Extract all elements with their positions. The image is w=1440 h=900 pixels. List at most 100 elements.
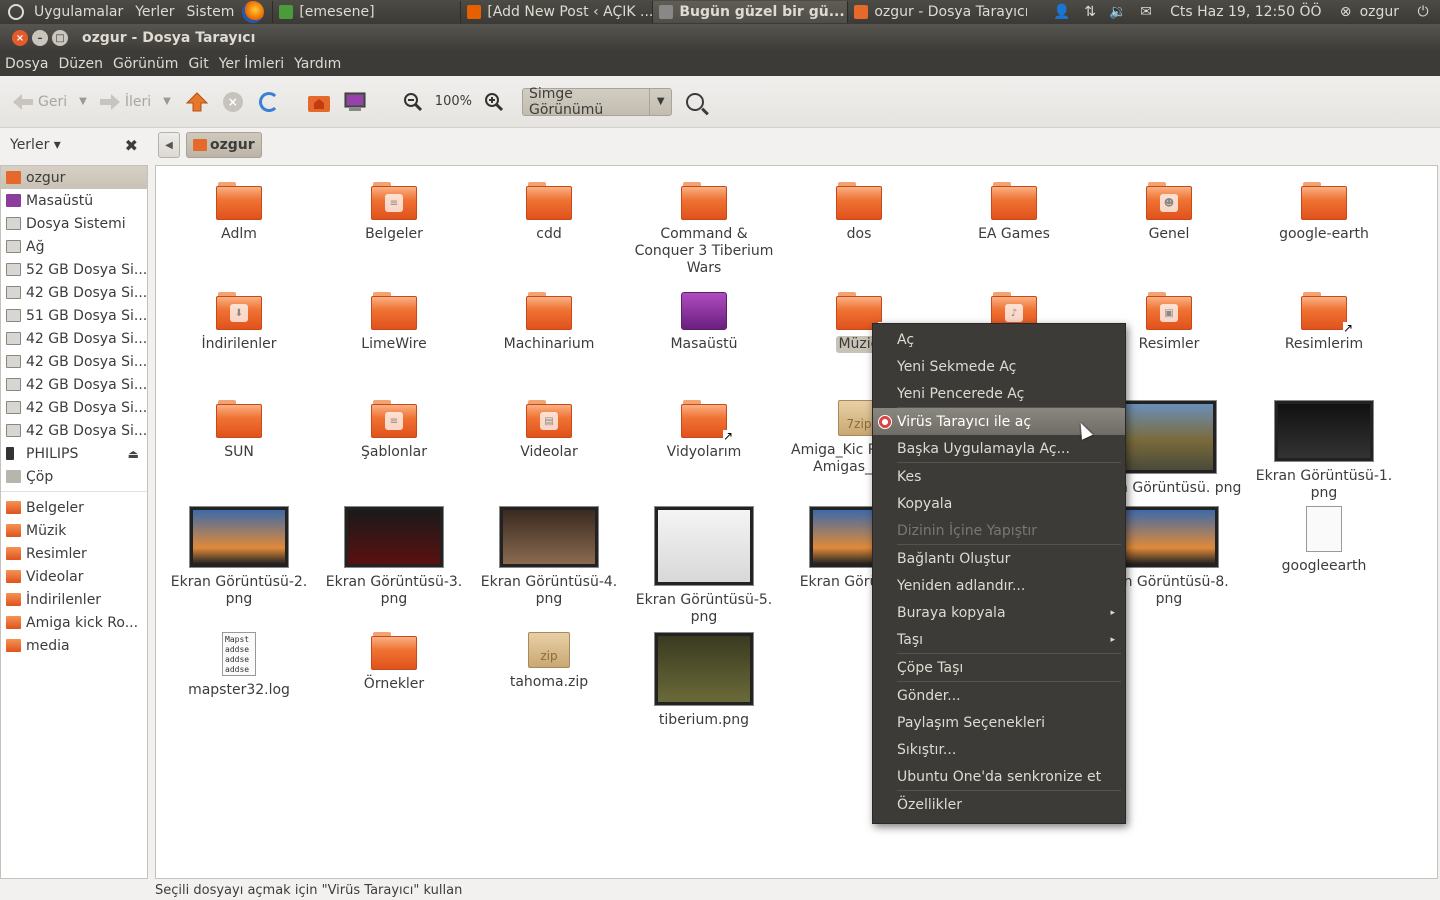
file-item[interactable]: Ekran Görüntüsü-4. png [474,506,624,608]
file-item[interactable]: tiberium.png [629,632,779,729]
menu-2[interactable]: Görünüm [108,56,183,72]
taskbar-item[interactable]: [emesene] [272,1,460,23]
forward-history-dropdown[interactable]: ▼ [155,96,179,107]
file-item[interactable]: Örnekler [319,632,469,693]
file-item[interactable]: Mapst addse addse addse mapster32.log [164,632,314,699]
context-menu-item[interactable]: Özellikler [873,791,1125,818]
mail-icon[interactable]: ✉ [1137,4,1155,20]
window-close-button[interactable]: × [12,30,28,46]
sidebar-item[interactable]: PHILIPS ⏏ [1,442,147,465]
context-menu-item[interactable]: Yeni Pencerede Aç [873,380,1125,407]
session-user-name[interactable]: ozgur [1360,4,1399,20]
file-item[interactable]: ⬇ İndirilenler [164,292,314,353]
file-item[interactable]: cdd [474,182,624,243]
sidebar-item[interactable]: 42 GB Dosya Si... [1,373,147,396]
search-icon[interactable] [685,92,704,111]
taskbar-item[interactable]: Bugün güzel bir gü... [652,1,848,23]
panel-menu-1[interactable]: Yerler [129,4,180,20]
file-item[interactable]: Command & Conquer 3 Tiberium Wars [629,182,779,277]
context-menu-item[interactable]: Yeni Sekmede Aç [873,353,1125,380]
context-menu-item[interactable]: Taşı ▸ [873,626,1125,653]
sidebar-item[interactable]: Dosya Sistemi [1,212,147,235]
sidebar-item[interactable]: Videolar [1,565,147,588]
file-item[interactable]: ≡ Belgeler [319,182,469,243]
context-menu-item[interactable]: Çöpe Taşı [873,654,1125,681]
volume-icon[interactable]: 🔉 [1109,4,1127,20]
taskbar-item[interactable]: [Add New Post ‹ AÇIK ... [460,1,652,23]
file-icon-view[interactable]: Adlm ≡ Belgeler cdd Command & Conquer 3 Tibe… [155,165,1438,879]
sidebar-item[interactable]: Masaüstü [1,189,147,212]
sidebar-item[interactable]: 42 GB Dosya Si... [1,396,147,419]
sidebar-item[interactable]: Resimler [1,542,147,565]
context-menu-item[interactable]: Gönder... [873,682,1125,709]
user-status-icon[interactable]: 👤 [1053,4,1071,20]
clock[interactable]: Cts Haz 19, 12:50 ÖÖ [1170,4,1321,20]
sidebar-item[interactable]: İndirilenler [1,588,147,611]
menu-0[interactable]: Dosya [0,56,54,72]
back-button[interactable]: Geri [8,87,71,117]
path-button-home[interactable]: ozgur [186,132,262,158]
context-menu-item[interactable]: Paylaşım Seçenekleri [873,709,1125,736]
sidebar-item[interactable]: 51 GB Dosya Si... [1,304,147,327]
file-item[interactable]: ▤ Videolar [474,400,624,461]
context-menu-item[interactable]: Sıkıştır... [873,736,1125,763]
context-menu-item[interactable]: Aç [873,326,1125,353]
context-menu-item[interactable]: Ubuntu One'da senkronize et [873,763,1125,790]
sidebar-pane-select[interactable]: Yerler ▾ [10,137,61,153]
eject-icon[interactable]: ⏏ [128,447,139,461]
sidebar-item[interactable]: media [1,634,147,657]
file-item[interactable]: Adlm [164,182,314,243]
file-item[interactable]: google-earth [1249,182,1399,243]
sidebar-item[interactable]: Amiga kick Ro... [1,611,147,634]
back-history-dropdown[interactable]: ▼ [71,96,95,107]
panel-menu-2[interactable]: Sistem [181,4,241,20]
window-maximize-button[interactable]: □ [52,30,68,46]
sidebar-item[interactable]: 42 GB Dosya Si... [1,350,147,373]
file-item[interactable]: ↗ Vidyolarım [629,400,779,461]
file-item[interactable]: SUN [164,400,314,461]
window-titlebar[interactable]: × – □ ozgur - Dosya Tarayıcı [0,24,1440,52]
ubuntu-logo-icon[interactable] [8,4,24,20]
sidebar-item[interactable]: ozgur [1,166,147,189]
panel-menu-0[interactable]: Uygulamalar [28,4,129,20]
file-item[interactable]: ↗ googleearth [1249,506,1399,575]
computer-button[interactable] [342,89,368,115]
view-mode-select[interactable]: Simge Görünümü ▼ [521,86,672,118]
file-item[interactable]: Ekran Görüntüsü-1. png [1249,400,1399,502]
sidebar-item[interactable]: Çöp [1,465,147,488]
sidebar-item[interactable]: 42 GB Dosya Si... [1,281,147,304]
file-item[interactable]: zip tahoma.zip [474,632,624,691]
power-icon[interactable]: ⏻ [1414,4,1432,20]
path-scroll-left-button[interactable]: ◀ [158,132,180,158]
context-menu-item[interactable]: Buraya kopyala ▸ [873,599,1125,626]
firefox-launcher-icon[interactable] [242,1,265,23]
file-item[interactable]: EA Games [939,182,1089,243]
context-menu-item[interactable]: Kes [873,463,1125,490]
close-sidebar-icon[interactable]: ✖ [125,136,138,155]
file-item[interactable]: dos [784,182,934,243]
sidebar-item[interactable]: 42 GB Dosya Si... [1,419,147,442]
context-menu-item[interactable]: Bağlantı Oluştur [873,545,1125,572]
stop-button[interactable]: × [220,89,246,115]
file-item[interactable]: Ekran Görüntüsü-5. png [629,506,779,626]
home-button[interactable] [306,89,332,115]
menu-3[interactable]: Git [183,56,213,72]
sidebar-item[interactable]: Müzik [1,519,147,542]
menu-1[interactable]: Düzen [54,56,109,72]
menu-4[interactable]: Yer İmleri [214,56,289,72]
forward-button[interactable]: İleri [95,87,155,117]
zoom-in-button[interactable] [481,89,507,115]
file-item[interactable]: Ekran Görüntüsü-3. png [319,506,469,608]
file-item[interactable]: ≡ Şablonlar [319,400,469,461]
sidebar-item[interactable]: 52 GB Dosya Si... [1,258,147,281]
menu-5[interactable]: Yardım [289,56,346,72]
file-item[interactable]: ☻ Genel [1094,182,1244,243]
sidebar-item[interactable]: Belgeler [1,496,147,519]
file-item[interactable]: Masaüstü [629,292,779,353]
file-item[interactable]: Machinarium [474,292,624,353]
context-menu-item[interactable]: Başka Uygulamayla Aç... [873,435,1125,462]
window-minimize-button[interactable]: – [32,30,48,46]
context-menu-item[interactable]: Kopyala [873,490,1125,517]
network-icon[interactable]: ⇅ [1081,4,1099,20]
file-item[interactable]: Ekran Görüntüsü-2. png [164,506,314,608]
